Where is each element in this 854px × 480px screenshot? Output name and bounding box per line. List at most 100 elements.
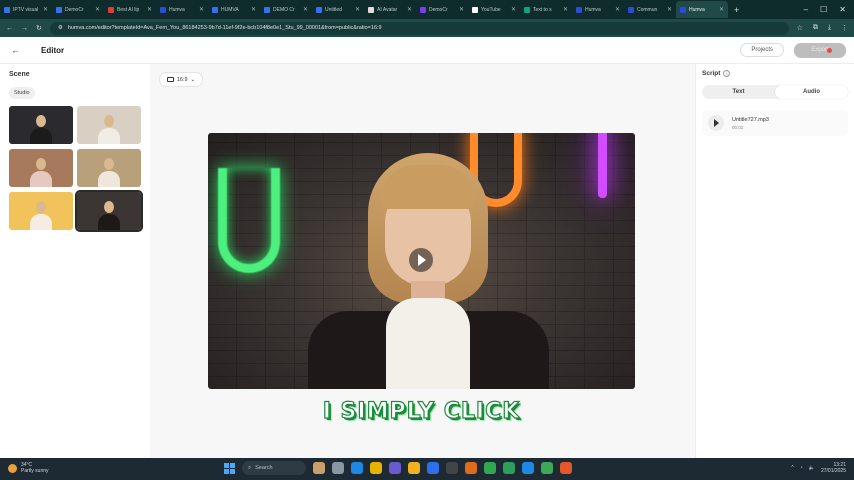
download-icon[interactable]: ⤓ (828, 24, 831, 32)
forward-nav-icon[interactable]: → (21, 25, 28, 32)
taskbar-apps: ⌕ Search (224, 461, 572, 475)
browser-tab[interactable]: IPTV visual ✕ (0, 1, 52, 18)
taskbar-app-icon[interactable] (522, 462, 534, 474)
tab-text[interactable]: Text (702, 85, 775, 99)
tab-close-icon[interactable]: ✕ (355, 6, 360, 13)
tab-close-icon[interactable]: ✕ (251, 6, 256, 13)
taskbar-search[interactable]: ⌕ Search (242, 461, 306, 475)
tab-close-icon[interactable]: ✕ (511, 6, 516, 13)
tab-close-icon[interactable]: ✕ (615, 6, 620, 13)
scene-thumbnail[interactable] (9, 106, 73, 144)
tab-favicon-icon (368, 6, 374, 13)
info-icon[interactable]: i (723, 70, 731, 77)
taskbar-app-icon[interactable] (484, 462, 496, 474)
tab-close-icon[interactable]: ✕ (407, 6, 412, 13)
taskbar-app-icon[interactable] (313, 462, 325, 474)
network-icon[interactable]: ◔ (800, 465, 803, 471)
tab-favicon-icon (212, 6, 218, 13)
reload-icon[interactable]: ↻ (36, 24, 42, 32)
scene-thumbnail[interactable] (75, 190, 143, 232)
close-window-icon[interactable]: ✕ (839, 5, 846, 14)
minimize-icon[interactable]: – (804, 5, 808, 14)
video-preview[interactable] (208, 133, 635, 389)
browser-tab[interactable]: DemoCr ✕ (52, 1, 104, 18)
taskbar-app-icon[interactable] (351, 462, 363, 474)
projects-button[interactable]: Projects (740, 43, 784, 57)
tray-chevron-icon[interactable]: ^ (791, 465, 793, 471)
tab-label: HUMVA (221, 6, 239, 13)
weather-desc: Partly sunny (21, 468, 49, 474)
scene-thumbnail[interactable] (77, 149, 141, 187)
browser-tab[interactable]: Humva ✕ (676, 1, 728, 18)
tab-label: Untitled (325, 6, 342, 13)
windows-start-icon[interactable] (224, 462, 235, 474)
audio-play-icon[interactable] (708, 115, 724, 131)
tab-close-icon[interactable]: ✕ (43, 6, 48, 13)
browser-tab[interactable]: AI Avatar ✕ (364, 1, 416, 18)
aspect-ratio-selector[interactable]: 16:9 ⌄ (159, 72, 203, 87)
browser-tab[interactable]: HUMVA ✕ (208, 1, 260, 18)
tab-close-icon[interactable]: ✕ (719, 6, 724, 13)
browser-tab[interactable]: Text to s ✕ (520, 1, 572, 18)
back-arrow-icon[interactable]: ← (11, 45, 23, 55)
browser-tab[interactable]: YouTube ✕ (468, 1, 520, 18)
tab-favicon-icon (576, 6, 582, 13)
tab-label: Humva (585, 6, 601, 13)
tab-close-icon[interactable]: ✕ (667, 6, 672, 13)
tab-audio[interactable]: Audio (775, 85, 848, 99)
thumbnail-avatar-head (104, 115, 114, 127)
taskbar-app-icon[interactable] (332, 462, 344, 474)
volume-icon[interactable]: 🔈 (809, 465, 815, 471)
weather-widget[interactable]: 34°C Partly sunny (8, 462, 49, 474)
new-tab-button[interactable]: + (728, 5, 745, 15)
system-tray: ^ ◔ 🔈 13:21 27/01/2025 (791, 462, 846, 474)
taskbar-app-icon[interactable] (427, 462, 439, 474)
browser-tab[interactable]: Humva ✕ (156, 1, 208, 18)
mouse-cursor-indicator (827, 47, 832, 53)
avatar-turtleneck (386, 298, 470, 389)
thumbnail-avatar-head (104, 158, 114, 170)
tab-favicon-icon (160, 6, 166, 13)
export-button[interactable]: Export (794, 42, 846, 58)
browser-tab[interactable]: Humva ✕ (572, 1, 624, 18)
play-icon[interactable] (409, 248, 433, 272)
scene-thumbnail[interactable] (9, 149, 73, 187)
tab-close-icon[interactable]: ✕ (199, 6, 204, 13)
green-neon-sign (218, 168, 280, 273)
extensions-icon[interactable]: ⧉ (813, 24, 818, 32)
browser-tab[interactable]: Untitled ✕ (312, 1, 364, 18)
browser-tab[interactable]: DemoCr ✕ (416, 1, 468, 18)
tab-label: Text to s (533, 6, 552, 13)
taskbar-app-icon[interactable] (370, 462, 382, 474)
tab-label: IPTV visual (13, 6, 39, 13)
audio-file-item[interactable]: Untitle727.mp3 00:02 (702, 110, 848, 136)
bookmark-star-icon[interactable]: ☆ (797, 24, 803, 32)
tab-label: DemoCr (65, 6, 84, 13)
taskbar-app-icon[interactable] (541, 462, 553, 474)
taskbar-app-icon[interactable] (560, 462, 572, 474)
studio-filter-chip[interactable]: Studio (9, 87, 35, 99)
maximize-icon[interactable]: ☐ (820, 5, 827, 14)
browser-tab[interactable]: Best AI lip ✕ (104, 1, 156, 18)
taskbar-app-icon[interactable] (446, 462, 458, 474)
tab-close-icon[interactable]: ✕ (459, 6, 464, 13)
taskbar-app-icon[interactable] (503, 462, 515, 474)
tab-close-icon[interactable]: ✕ (303, 6, 308, 13)
taskbar-app-icon[interactable] (465, 462, 477, 474)
tab-label: Humva (169, 6, 185, 13)
taskbar-app-icon[interactable] (408, 462, 420, 474)
tab-close-icon[interactable]: ✕ (95, 6, 100, 13)
tab-close-icon[interactable]: ✕ (563, 6, 568, 13)
menu-icon[interactable]: ⋮ (841, 24, 848, 32)
back-nav-icon[interactable]: ← (6, 25, 13, 32)
browser-tab[interactable]: DEMO Cr ✕ (260, 1, 312, 18)
site-info-icon[interactable]: ⚙ (58, 25, 63, 31)
taskbar-app-icon[interactable] (389, 462, 401, 474)
browser-tab[interactable]: Commun ✕ (624, 1, 676, 18)
browser-tab-bar: IPTV visual ✕ DemoCr ✕ Best AI lip ✕ Humva ✕ HUM… (0, 0, 854, 19)
scene-thumbnail[interactable] (9, 192, 73, 230)
url-field[interactable]: ⚙ humva.com/editor?templateId=Ava_Fem_Yo… (49, 21, 789, 35)
clock[interactable]: 13:21 27/01/2025 (821, 462, 846, 474)
tab-close-icon[interactable]: ✕ (147, 6, 152, 13)
scene-thumbnail[interactable] (77, 106, 141, 144)
